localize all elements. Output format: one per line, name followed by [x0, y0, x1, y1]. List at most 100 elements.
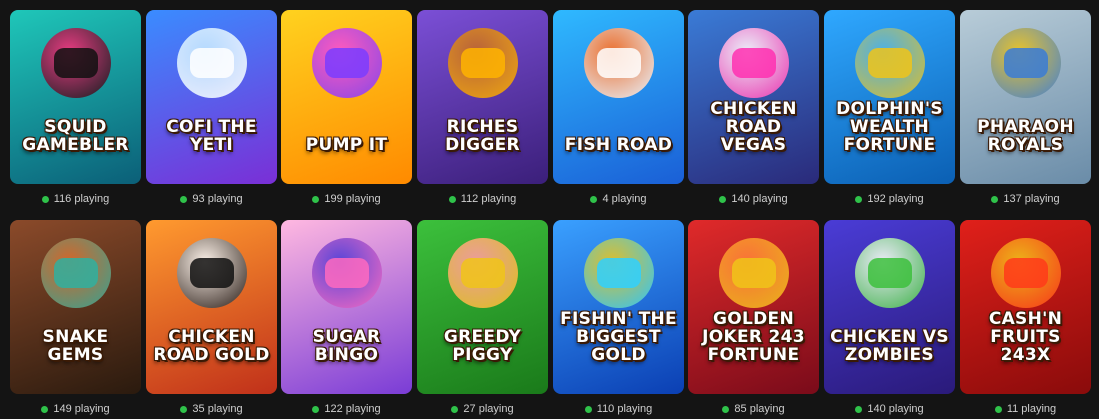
game-thumbnail[interactable]: CHICKEN VS ZOMBIES	[824, 220, 955, 394]
game-tile[interactable]: CHICKEN ROAD Vegas 140 playing	[688, 10, 819, 206]
players-count: 110 playing	[553, 402, 684, 416]
game-tile[interactable]: RICHES DIGGER 112 playing	[417, 10, 548, 206]
online-dot-icon	[991, 195, 999, 203]
players-count: 116 playing	[10, 192, 141, 206]
game-title: FISHIN' the BIGGEST GOLD	[560, 309, 677, 365]
players-count: 140 playing	[824, 402, 955, 416]
players-count-text: 35 playing	[192, 403, 243, 415]
game-thumbnail[interactable]: GOLDEN JOKER 243 FORTUNE	[688, 220, 819, 394]
game-tile[interactable]: FISH ROAD 4 playing	[553, 10, 684, 206]
game-title: SQUID GAMEBLER	[22, 117, 129, 155]
game-thumbnail[interactable]: SQUID GAMEBLER	[10, 10, 141, 184]
game-thumbnail[interactable]: CHICKEN ROAD Gold	[146, 220, 277, 394]
games-grid: SQUID GAMEBLER 116 playing Cofi the yeti 93…	[0, 0, 1099, 419]
game-art-detail	[53, 258, 98, 288]
game-thumbnail[interactable]: CHICKEN ROAD Vegas	[688, 10, 819, 184]
game-thumbnail[interactable]: FISH ROAD	[553, 10, 684, 184]
game-tile[interactable]: GREEDY PIGGY 27 playing	[417, 220, 548, 416]
online-dot-icon	[448, 195, 456, 203]
game-title: PHARAOH ROYALS	[977, 117, 1074, 155]
game-title: CHICKEN ROAD Vegas	[710, 99, 797, 155]
players-count-text: 192 playing	[867, 193, 924, 205]
online-dot-icon	[584, 405, 592, 413]
game-thumbnail[interactable]: PUMP IT	[281, 10, 412, 184]
players-count-text: 140 playing	[867, 403, 924, 415]
game-tile[interactable]: SQUID GAMEBLER 116 playing	[10, 10, 141, 206]
players-count-text: 110 playing	[596, 403, 653, 415]
game-tile[interactable]: CHICKEN ROAD Gold 35 playing	[146, 220, 277, 416]
game-thumbnail[interactable]: Cofi the yeti	[146, 10, 277, 184]
players-count: 11 playing	[960, 402, 1091, 416]
online-dot-icon	[180, 405, 188, 413]
game-title: Snake Gems	[42, 327, 109, 365]
players-count: 199 playing	[281, 192, 412, 206]
game-title: DOLPHIN'S WEALTH FORTUNE	[836, 99, 943, 155]
game-tile[interactable]: PHARAOH ROYALS 137 playing	[960, 10, 1091, 206]
game-tile[interactable]: CASH'N FRUITS 243X 11 playing	[960, 220, 1091, 416]
game-thumbnail[interactable]: PHARAOH ROYALS	[960, 10, 1091, 184]
game-title: CASH'N FRUITS 243X	[988, 309, 1063, 365]
game-art-detail	[189, 258, 234, 288]
online-dot-icon	[722, 405, 730, 413]
game-title: GREEDY PIGGY	[443, 327, 522, 365]
game-thumbnail[interactable]: Snake Gems	[10, 220, 141, 394]
online-dot-icon	[41, 405, 49, 413]
players-count-text: 112 playing	[460, 193, 517, 205]
players-count-text: 93 playing	[192, 193, 243, 205]
game-art-detail	[867, 48, 912, 78]
game-art-detail	[731, 258, 776, 288]
game-tile[interactable]: FISHIN' the BIGGEST GOLD 110 playing	[553, 220, 684, 416]
players-count: 27 playing	[417, 402, 548, 416]
game-title: Cofi the yeti	[166, 117, 257, 155]
players-count-text: 137 playing	[1003, 193, 1060, 205]
players-count: 122 playing	[281, 402, 412, 416]
game-art-detail	[460, 48, 505, 78]
online-dot-icon	[312, 195, 320, 203]
game-thumbnail[interactable]: RICHES DIGGER	[417, 10, 548, 184]
players-count: 192 playing	[824, 192, 955, 206]
game-art-detail	[596, 48, 641, 78]
players-count-text: 4 playing	[602, 193, 647, 205]
players-count-text: 116 playing	[53, 193, 110, 205]
online-dot-icon	[855, 405, 863, 413]
game-title: CHICKEN ROAD Gold	[153, 327, 270, 365]
game-title: CHICKEN VS ZOMBIES	[830, 327, 949, 365]
game-tile[interactable]: PUMP IT 199 playing	[281, 10, 412, 206]
online-dot-icon	[719, 195, 727, 203]
game-art-detail	[189, 48, 234, 78]
game-art-detail	[324, 48, 369, 78]
game-title: FISH ROAD	[564, 135, 673, 155]
online-dot-icon	[312, 405, 320, 413]
players-count-text: 27 playing	[463, 403, 514, 415]
players-count: 137 playing	[960, 192, 1091, 206]
game-art-detail	[867, 258, 912, 288]
game-tile[interactable]: CHICKEN VS ZOMBIES 140 playing	[824, 220, 955, 416]
game-tile[interactable]: Snake Gems 149 playing	[10, 220, 141, 416]
players-count: 112 playing	[417, 192, 548, 206]
game-tile[interactable]: Cofi the yeti 93 playing	[146, 10, 277, 206]
game-thumbnail[interactable]: GREEDY PIGGY	[417, 220, 548, 394]
game-title: SUGAR BINGO	[312, 327, 381, 365]
game-tile[interactable]: SUGAR BINGO 122 playing	[281, 220, 412, 416]
game-thumbnail[interactable]: FISHIN' the BIGGEST GOLD	[553, 220, 684, 394]
players-count-text: 149 playing	[53, 403, 110, 415]
game-tile[interactable]: DOLPHIN'S WEALTH FORTUNE 192 playing	[824, 10, 955, 206]
online-dot-icon	[41, 195, 49, 203]
online-dot-icon	[180, 195, 188, 203]
game-art-detail	[460, 258, 505, 288]
players-count-text: 11 playing	[1006, 403, 1057, 415]
game-art-detail	[324, 258, 369, 288]
game-tile[interactable]: GOLDEN JOKER 243 FORTUNE 85 playing	[688, 220, 819, 416]
game-thumbnail[interactable]: SUGAR BINGO	[281, 220, 412, 394]
game-title: GOLDEN JOKER 243 FORTUNE	[702, 309, 805, 365]
players-count: 85 playing	[688, 402, 819, 416]
game-art-detail	[731, 48, 776, 78]
game-thumbnail[interactable]: CASH'N FRUITS 243X	[960, 220, 1091, 394]
online-dot-icon	[855, 195, 863, 203]
players-count: 35 playing	[146, 402, 277, 416]
players-count-text: 199 playing	[324, 193, 381, 205]
players-count: 93 playing	[146, 192, 277, 206]
game-thumbnail[interactable]: DOLPHIN'S WEALTH FORTUNE	[824, 10, 955, 184]
players-count: 149 playing	[10, 402, 141, 416]
players-count-text: 122 playing	[324, 403, 381, 415]
